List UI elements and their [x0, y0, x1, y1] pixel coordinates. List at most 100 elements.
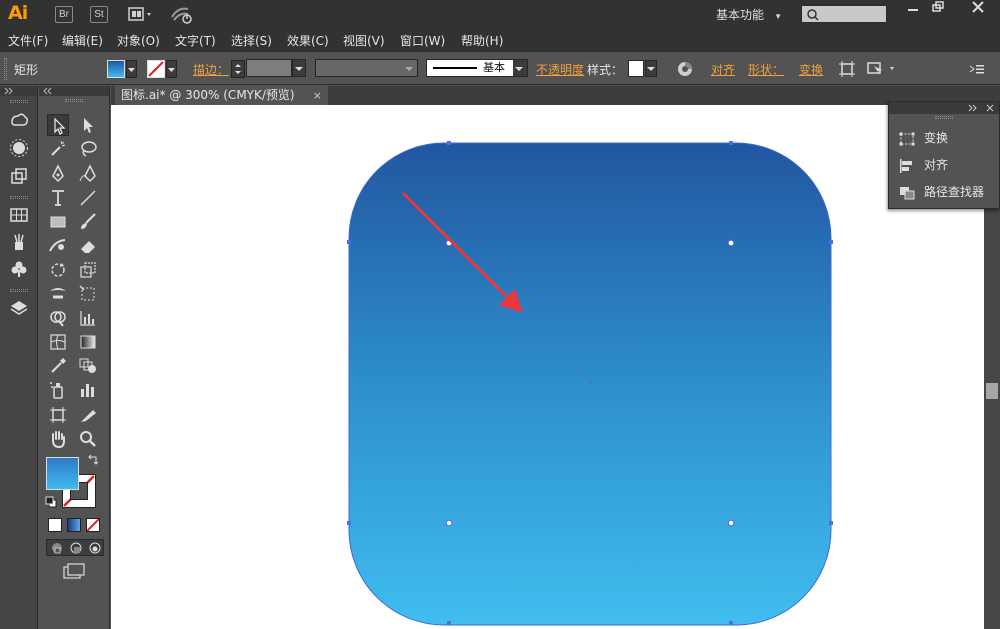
- swatches-icon[interactable]: [9, 205, 29, 225]
- floating-panel-header[interactable]: [889, 102, 999, 114]
- eraser-tool[interactable]: [77, 235, 99, 257]
- layers-icon[interactable]: [9, 298, 29, 318]
- panel-grip[interactable]: [10, 100, 28, 103]
- recolor-artwork-icon[interactable]: [676, 60, 694, 78]
- default-colors-icon[interactable]: [45, 496, 57, 508]
- rotate-tool[interactable]: [47, 259, 69, 281]
- align-panel-item[interactable]: 对齐: [899, 155, 948, 175]
- tools-collapse-button[interactable]: [39, 86, 109, 96]
- graph-tool[interactable]: [77, 307, 99, 329]
- selection-tool[interactable]: [47, 114, 69, 136]
- variable-width-profile[interactable]: [315, 59, 418, 77]
- stroke-swatch[interactable]: [147, 60, 165, 78]
- brush-definition-field[interactable]: 基本: [426, 59, 528, 77]
- rectangle-tool[interactable]: [47, 211, 69, 233]
- gpu-performance-icon[interactable]: [170, 5, 194, 24]
- workspace-switcher[interactable]: 基本功能 ▾: [716, 6, 780, 23]
- lasso-tool[interactable]: [77, 138, 99, 160]
- panel-grip[interactable]: [10, 289, 28, 292]
- screen-mode-icon[interactable]: [62, 562, 86, 580]
- pathfinder-panel-item[interactable]: 路径查找器: [899, 182, 984, 202]
- brush-dropdown-button[interactable]: [513, 60, 527, 76]
- scrollbar-thumb[interactable]: [986, 383, 998, 399]
- menu-view[interactable]: 视图(V): [343, 32, 385, 49]
- stroke-weight-field[interactable]: [246, 59, 292, 77]
- bridge-button[interactable]: Br: [55, 6, 73, 23]
- restore-button[interactable]: [922, 1, 954, 19]
- mesh-tool[interactable]: [47, 331, 69, 353]
- control-bar-grip[interactable]: [4, 58, 7, 80]
- menu-file[interactable]: 文件(F): [8, 32, 48, 49]
- stroke-weight-stepper[interactable]: [231, 60, 245, 78]
- artboard-canvas[interactable]: [111, 105, 984, 629]
- shape-panel-link[interactable]: 形状：: [748, 61, 784, 78]
- collapse-dock-button[interactable]: [0, 86, 37, 96]
- close-window-button[interactable]: [958, 1, 998, 19]
- close-tab-icon[interactable]: ×: [313, 86, 322, 105]
- shape-builder-tool[interactable]: [47, 307, 69, 329]
- menu-help[interactable]: 帮助(H): [461, 32, 503, 49]
- slice-tool[interactable]: [77, 404, 99, 426]
- artboard-tool[interactable]: [47, 404, 69, 426]
- menu-edit[interactable]: 编辑(E): [62, 32, 103, 49]
- menu-select[interactable]: 选择(S): [231, 32, 272, 49]
- shaper-tool[interactable]: [47, 235, 69, 257]
- appearance-icon[interactable]: [9, 166, 29, 186]
- stroke-panel-link[interactable]: 描边：: [193, 61, 229, 78]
- menu-effect[interactable]: 效果(C): [287, 32, 329, 49]
- isolate-object-icon[interactable]: [838, 60, 856, 78]
- arrange-documents-icon[interactable]: [128, 6, 156, 23]
- gradient-mode-icon[interactable]: [67, 518, 81, 532]
- eyedropper-tool[interactable]: [47, 355, 69, 377]
- pen-tool[interactable]: [47, 163, 69, 185]
- color-guide-icon[interactable]: [9, 138, 29, 158]
- scale-tool[interactable]: [77, 259, 99, 281]
- panel-grip[interactable]: [935, 116, 953, 119]
- blend-tool[interactable]: [77, 355, 99, 377]
- curvature-tool[interactable]: [77, 163, 99, 185]
- magic-wand-tool[interactable]: [47, 138, 69, 160]
- fill-swatch[interactable]: [107, 60, 125, 78]
- fill-dropdown[interactable]: [126, 60, 137, 78]
- stroke-dropdown[interactable]: [166, 60, 177, 78]
- menu-window[interactable]: 窗口(W): [400, 32, 445, 49]
- graphic-style-swatch[interactable]: [628, 60, 644, 77]
- line-segment-tool[interactable]: [77, 187, 99, 209]
- stroke-weight-dropdown[interactable]: [292, 59, 306, 77]
- color-mode-icon[interactable]: [48, 518, 62, 532]
- stock-button[interactable]: St: [90, 6, 108, 23]
- panel-menu-icon[interactable]: [968, 61, 986, 77]
- type-icon: [52, 190, 64, 206]
- help-search-input[interactable]: [801, 5, 887, 23]
- hand-tool[interactable]: [47, 428, 69, 450]
- select-similar-icon[interactable]: [866, 60, 900, 78]
- align-panel-link[interactable]: 对齐: [711, 61, 735, 78]
- document-tab[interactable]: 图标.ai* @ 300% (CMYK/预览) ×: [115, 86, 328, 105]
- cc-libraries-icon[interactable]: [9, 110, 29, 130]
- symbols-icon[interactable]: [9, 259, 29, 279]
- opacity-panel-link[interactable]: 不透明度: [536, 61, 584, 78]
- graphic-style-dropdown[interactable]: [645, 60, 657, 77]
- magic-wand-icon: [51, 140, 66, 156]
- panel-grip[interactable]: [65, 99, 83, 102]
- menu-type[interactable]: 文字(T): [175, 32, 216, 49]
- column-graph-tool[interactable]: [77, 379, 99, 401]
- direct-selection-icon: [84, 118, 93, 133]
- swap-fill-stroke-icon[interactable]: [87, 454, 99, 466]
- transform-panel-item[interactable]: 变换: [899, 128, 948, 148]
- free-transform-tool[interactable]: [77, 283, 99, 305]
- brushes-icon[interactable]: [9, 232, 29, 252]
- gradient-tool[interactable]: [77, 331, 99, 353]
- none-mode-icon[interactable]: [86, 518, 100, 532]
- direct-selection-tool[interactable]: [77, 114, 99, 136]
- fill-color-box[interactable]: [46, 457, 79, 490]
- object-type-label: 矩形: [14, 63, 39, 77]
- type-tool[interactable]: [47, 187, 69, 209]
- width-tool[interactable]: [47, 283, 69, 305]
- symbol-sprayer-tool[interactable]: [47, 379, 69, 401]
- panel-grip[interactable]: [10, 196, 28, 199]
- menu-object[interactable]: 对象(O): [117, 32, 160, 49]
- transform-panel-link[interactable]: 变换: [799, 61, 823, 78]
- zoom-tool[interactable]: [77, 428, 99, 450]
- paintbrush-tool[interactable]: [77, 211, 99, 233]
